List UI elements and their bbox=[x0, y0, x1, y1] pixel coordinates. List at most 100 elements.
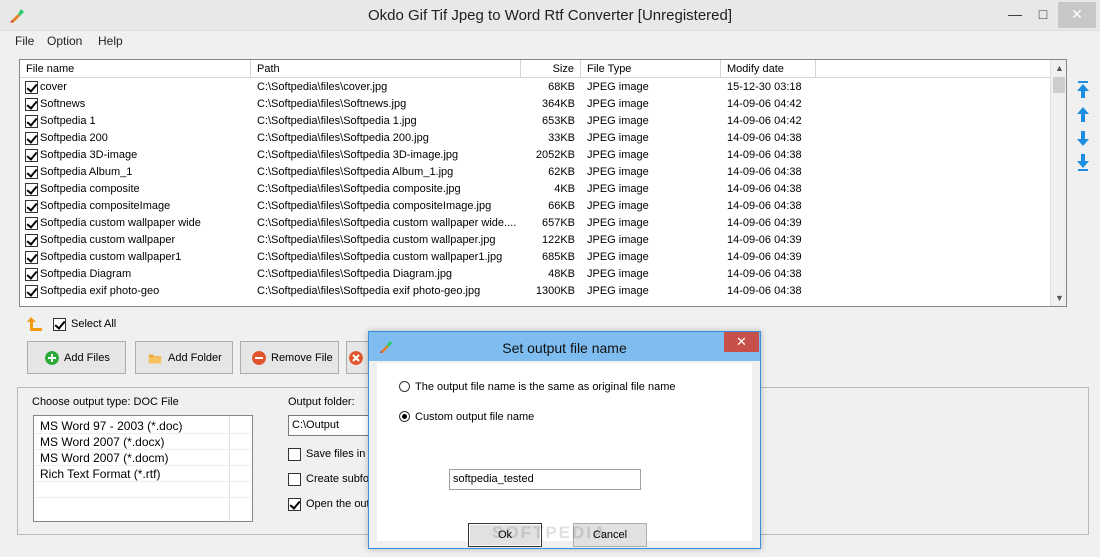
output-folder-input[interactable]: C:\Output bbox=[288, 415, 378, 436]
select-all-checkbox[interactable] bbox=[53, 318, 66, 331]
cell-path: C:\Softpedia\files\cover.jpg bbox=[257, 81, 388, 93]
cell-path: C:\Softpedia\files\Softpedia custom wall… bbox=[257, 251, 503, 263]
dialog-title-bar: Set output file name ✕ bbox=[369, 332, 760, 361]
column-header-file-type[interactable]: File Type bbox=[581, 60, 721, 78]
scroll-thumb[interactable] bbox=[1053, 77, 1065, 93]
create-subfolder-label: Create subfo bbox=[306, 473, 369, 485]
scroll-down-icon[interactable]: ▼ bbox=[1051, 290, 1066, 306]
same-name-label: The output file name is the same as orig… bbox=[415, 381, 676, 393]
output-type-row-line bbox=[34, 433, 252, 434]
table-row[interactable]: Softpedia custom wallpaper1 C:\Softpedia\… bbox=[20, 249, 1050, 266]
output-type-row-line bbox=[34, 481, 252, 482]
output-type-docx[interactable]: MS Word 2007 (*.docx) bbox=[40, 435, 165, 449]
table-row[interactable]: Softpedia Album_1 C:\Softpedia\files\Soft… bbox=[20, 164, 1050, 181]
cell-size: 48KB bbox=[548, 268, 575, 280]
table-row[interactable]: cover C:\Softpedia\files\cover.jpg 68KB JPE… bbox=[20, 79, 1050, 96]
column-header-modify-date[interactable]: Modify date bbox=[721, 60, 816, 78]
scroll-up-icon[interactable]: ▲ bbox=[1051, 60, 1066, 76]
cell-file-name: Softpedia composite bbox=[40, 183, 140, 195]
cell-size: 1300KB bbox=[535, 285, 575, 297]
minimize-button[interactable]: — bbox=[1002, 2, 1028, 28]
table-row[interactable]: Softpedia composite C:\Softpedia\files\So… bbox=[20, 181, 1050, 198]
table-row[interactable]: Softpedia 1 C:\Softpedia\files\Softpedia … bbox=[20, 113, 1050, 130]
cell-file-name: Softpedia compositeImage bbox=[40, 200, 171, 212]
table-row[interactable]: Softpedia compositeImage C:\Softpedia\fil… bbox=[20, 198, 1050, 215]
cell-file-type: JPEG image bbox=[587, 98, 649, 110]
dialog-close-button[interactable]: ✕ bbox=[724, 332, 759, 352]
cell-path: C:\Softpedia\files\Softpedia custom wall… bbox=[257, 234, 496, 246]
cell-modify-date: 15-12-30 03:18 bbox=[727, 81, 802, 93]
move-down-icon[interactable] bbox=[1075, 128, 1091, 148]
output-type-row-line bbox=[34, 497, 252, 498]
cell-file-name: Softpedia 200 bbox=[40, 132, 108, 144]
cell-file-type: JPEG image bbox=[587, 285, 649, 297]
cell-size: 122KB bbox=[541, 234, 575, 246]
add-files-button[interactable]: Add Files bbox=[27, 341, 126, 374]
output-type-row-line bbox=[34, 465, 252, 466]
move-bottom-icon[interactable] bbox=[1075, 152, 1091, 172]
cell-path: C:\Softpedia\files\Softpedia 1.jpg bbox=[257, 115, 417, 127]
cell-file-type: JPEG image bbox=[587, 81, 649, 93]
window-title: Okdo Gif Tif Jpeg to Word Rtf Converter … bbox=[367, 7, 733, 24]
cell-modify-date: 14-09-06 04:39 bbox=[727, 217, 802, 229]
softpedia-watermark: SOFTPEDIA bbox=[492, 523, 608, 542]
menu-help[interactable]: Help bbox=[98, 34, 123, 48]
table-row[interactable]: Softnews C:\Softpedia\files\Softnews.jpg 3… bbox=[20, 96, 1050, 113]
cell-file-type: JPEG image bbox=[587, 217, 649, 229]
custom-file-name-input[interactable]: softpedia_tested bbox=[449, 469, 641, 490]
cell-path: C:\Softpedia\files\Softpedia compositeIm… bbox=[257, 200, 492, 212]
cell-file-type: JPEG image bbox=[587, 132, 649, 144]
table-row[interactable]: Softpedia Diagram C:\Softpedia\files\Soft… bbox=[20, 266, 1050, 283]
output-type-doc[interactable]: MS Word 97 - 2003 (*.doc) bbox=[40, 419, 183, 433]
title-bar: Okdo Gif Tif Jpeg to Word Rtf Converter … bbox=[0, 0, 1100, 31]
remove-file-button[interactable]: Remove File bbox=[240, 341, 339, 374]
cell-file-type: JPEG image bbox=[587, 234, 649, 246]
output-type-list[interactable]: MS Word 97 - 2003 (*.doc) MS Word 2007 (… bbox=[33, 415, 253, 522]
output-type-rtf[interactable]: Rich Text Format (*.rtf) bbox=[40, 467, 160, 481]
cell-path: C:\Softpedia\files\Softpedia exif photo-… bbox=[257, 285, 481, 297]
output-type-list-divider bbox=[229, 416, 230, 521]
maximize-button[interactable]: □ bbox=[1030, 2, 1056, 28]
parent-folder-icon[interactable] bbox=[26, 316, 44, 332]
move-up-icon[interactable] bbox=[1075, 105, 1091, 125]
table-row[interactable]: Softpedia custom wallpaper wide C:\Softpe… bbox=[20, 215, 1050, 232]
column-header-path[interactable]: Path bbox=[251, 60, 521, 78]
table-row[interactable]: Softpedia 200 C:\Softpedia\files\Softpedi… bbox=[20, 130, 1050, 147]
cell-file-type: JPEG image bbox=[587, 251, 649, 263]
add-folder-button[interactable]: Add Folder bbox=[135, 341, 233, 374]
select-all-label: Select All bbox=[71, 318, 117, 330]
save-files-checkbox[interactable] bbox=[288, 448, 301, 461]
column-header-size[interactable]: Size bbox=[521, 60, 581, 78]
cell-path: C:\Softpedia\files\Softpedia custom wall… bbox=[257, 217, 517, 229]
cell-size: 364KB bbox=[541, 98, 575, 110]
add-icon bbox=[45, 351, 59, 365]
column-header-file-name[interactable]: File name bbox=[20, 60, 251, 78]
table-row[interactable]: Softpedia custom wallpaper C:\Softpedia\f… bbox=[20, 232, 1050, 249]
table-row[interactable]: Softpedia 3D-image C:\Softpedia\files\Sof… bbox=[20, 147, 1050, 164]
output-type-docm[interactable]: MS Word 2007 (*.docm) bbox=[40, 451, 169, 465]
cell-path: C:\Softpedia\files\Softpedia Album_1.jpg bbox=[257, 166, 454, 178]
same-name-radio[interactable] bbox=[399, 381, 410, 392]
table-row[interactable]: Softpedia exif photo-geo C:\Softpedia\fil… bbox=[20, 283, 1050, 300]
close-button[interactable]: ✕ bbox=[1058, 2, 1096, 28]
custom-name-radio[interactable] bbox=[399, 411, 410, 422]
cell-file-name: Softnews bbox=[40, 98, 86, 110]
create-subfolder-checkbox[interactable] bbox=[288, 473, 301, 486]
cell-size: 2052KB bbox=[535, 149, 575, 161]
cell-file-name: Softpedia 3D-image bbox=[40, 149, 138, 161]
menu-file[interactable]: File bbox=[15, 34, 34, 48]
cell-file-type: JPEG image bbox=[587, 149, 649, 161]
move-top-icon[interactable] bbox=[1075, 80, 1091, 100]
open-output-checkbox[interactable] bbox=[288, 498, 301, 511]
cell-file-type: JPEG image bbox=[587, 183, 649, 195]
file-list-scrollbar[interactable]: ▲ ▼ bbox=[1050, 60, 1066, 306]
folder-icon bbox=[148, 354, 162, 364]
file-list-body: cover C:\Softpedia\files\cover.jpg 68KB JPE… bbox=[20, 79, 1050, 306]
cell-file-type: JPEG image bbox=[587, 200, 649, 212]
cell-size: 62KB bbox=[548, 166, 575, 178]
file-list[interactable]: File name Path Size File Type Modify dat… bbox=[19, 59, 1067, 307]
menu-option[interactable]: Option bbox=[47, 34, 82, 48]
cell-modify-date: 14-09-06 04:38 bbox=[727, 149, 802, 161]
cell-modify-date: 14-09-06 04:38 bbox=[727, 183, 802, 195]
cell-file-name: Softpedia custom wallpaper bbox=[40, 234, 176, 246]
